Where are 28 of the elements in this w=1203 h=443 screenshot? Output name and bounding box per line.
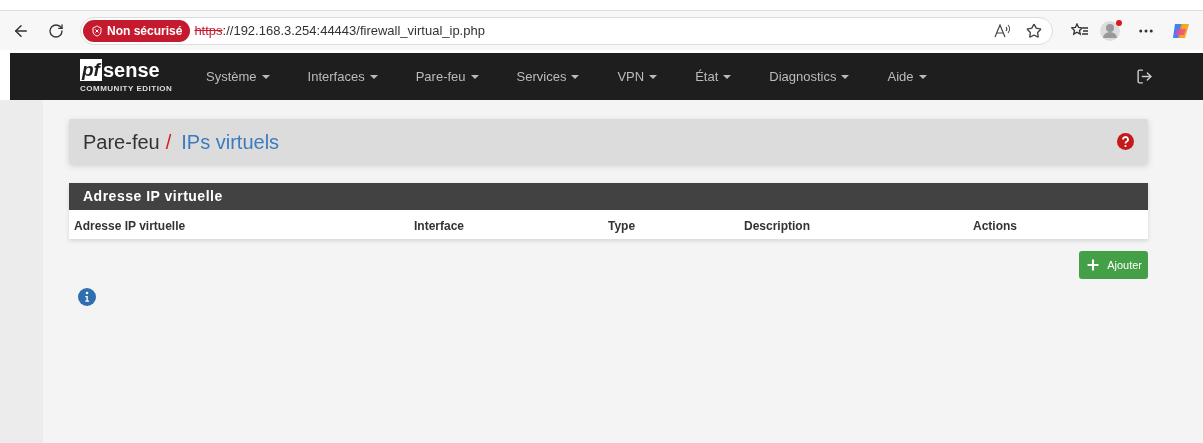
nav-menu[interactable]: État [695, 66, 732, 87]
logout-icon[interactable] [1136, 68, 1153, 85]
help-icon[interactable] [1117, 133, 1134, 150]
url-text: https://192.168.3.254:44443/firewall_virtual_ip.php [194, 21, 485, 40]
column-header: Description [744, 218, 810, 233]
shield-icon [91, 24, 103, 37]
security-badge[interactable]: Non sécurisé [83, 19, 191, 42]
nav-menu[interactable]: Interfaces [307, 66, 378, 87]
profile-icon[interactable] [1099, 19, 1123, 42]
nav-menu[interactable]: Services [516, 66, 580, 87]
column-header: Adresse IP virtuelle [74, 218, 186, 233]
nav-menu[interactable]: Aide [887, 66, 927, 87]
nav-menu[interactable]: Diagnostics [769, 66, 850, 87]
column-header: Interface [414, 218, 465, 233]
column-header: Actions [973, 218, 1017, 233]
pfsense-logo[interactable]: pfsense COMMUNITY EDITION [80, 59, 180, 94]
read-aloud-icon[interactable] [994, 23, 1012, 38]
breadcrumb-separator: / [165, 129, 172, 155]
reload-icon[interactable] [48, 22, 64, 39]
nav-menu[interactable]: VPN [617, 66, 658, 87]
nav-menu[interactable]: Système [206, 66, 270, 87]
column-header: Type [608, 218, 636, 233]
star-icon[interactable] [1026, 22, 1042, 39]
address-bar[interactable]: Non sécurisé https://192.168.3.254:44443/firewall_virtual_ip.php [80, 16, 1053, 45]
panel-title: Adresse IP virtuelle [83, 187, 223, 206]
nav-menu[interactable]: Pare-feu [415, 66, 479, 87]
breadcrumb-parent: Pare-feu [83, 129, 160, 155]
info-icon[interactable] [78, 288, 96, 306]
